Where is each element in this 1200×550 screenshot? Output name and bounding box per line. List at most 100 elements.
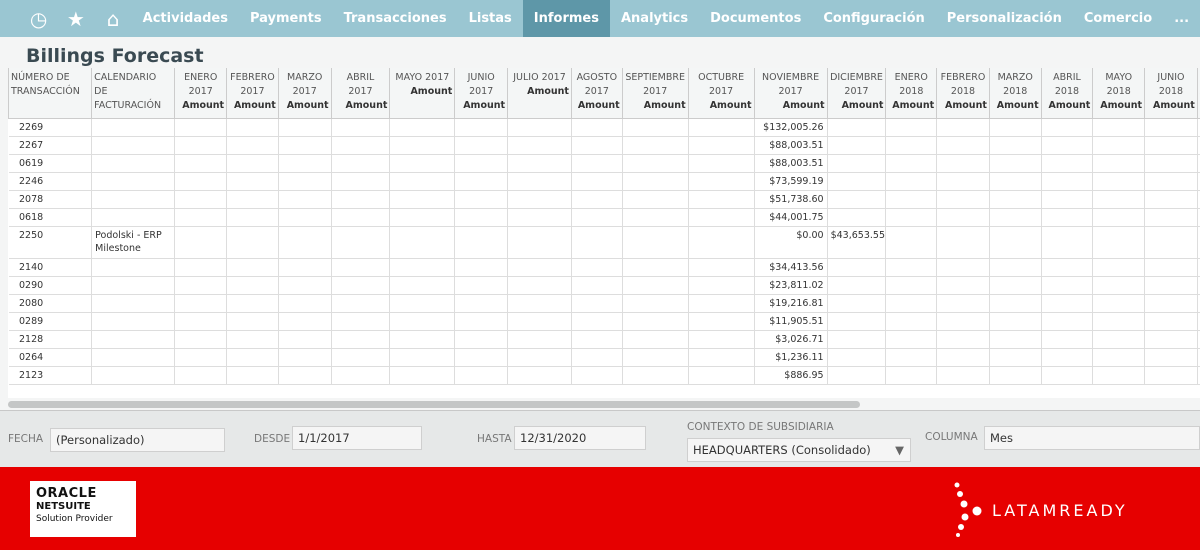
- amount-cell: [1040, 366, 1093, 385]
- header-calendario[interactable]: CALENDARIO DE FACTURACIÓN: [91, 68, 175, 119]
- table-row[interactable]: 2078 $51,738.60: [8, 190, 1200, 209]
- amount-cell: [1092, 226, 1145, 259]
- header-month[interactable]: ABRIL 2017 Amount: [330, 68, 390, 119]
- columna-field[interactable]: Mes: [984, 426, 1200, 450]
- amount-cell: [687, 330, 755, 349]
- amount-cell: [330, 118, 390, 137]
- amount-label: Amount: [945, 100, 987, 111]
- table-row[interactable]: 2128 $3,026.71: [8, 330, 1200, 349]
- amount-cell: [454, 348, 508, 367]
- amount-cell: [988, 348, 1042, 367]
- header-month[interactable]: JUNIO 2018 Amount: [1144, 68, 1198, 119]
- header-month[interactable]: OCTUBRE 2017 Amount: [687, 68, 755, 119]
- table-row[interactable]: 2269 $132,005.26: [8, 118, 1200, 137]
- header-month[interactable]: MAYO 2017 Amount: [389, 68, 455, 119]
- amount-cell: [570, 330, 623, 349]
- amount-cell: [277, 294, 332, 313]
- header-month[interactable]: ABRIL 2018 Amount: [1040, 68, 1093, 119]
- amount-cell: [507, 348, 572, 367]
- fecha-field[interactable]: (Personalizado): [50, 428, 225, 452]
- amount-cell: [1144, 294, 1198, 313]
- table-row[interactable]: 2267 $88,003.51: [8, 136, 1200, 155]
- header-month[interactable]: ENERO 2017 Amount: [174, 68, 227, 119]
- transaction-number: 0619: [8, 154, 92, 173]
- amount-cell: [277, 348, 332, 367]
- amount-cell: [389, 154, 455, 173]
- nav-tab[interactable]: ...: [1163, 0, 1200, 37]
- table-row[interactable]: 0290 $23,811.02: [8, 276, 1200, 295]
- header-month[interactable]: SEPTIEMBRE 2017 Amount: [621, 68, 689, 119]
- table-row[interactable]: 2246 $73,599.19: [8, 172, 1200, 191]
- nav-tab[interactable]: Comercio: [1073, 0, 1163, 37]
- amount-cell: [988, 118, 1042, 137]
- table-row[interactable]: 2123 $886.95: [8, 366, 1200, 385]
- month-label: ENERO 2017: [184, 72, 218, 97]
- amount-cell: $11,905.51: [753, 312, 828, 331]
- nav-tab[interactable]: Payments: [239, 0, 333, 37]
- amount-cell: [570, 118, 623, 137]
- amount-cell: [1040, 330, 1093, 349]
- transaction-number: 2080: [8, 294, 92, 313]
- amount-cell: [330, 276, 390, 295]
- amount-label: Amount: [577, 100, 620, 111]
- nav-tab[interactable]: Actividades: [132, 0, 239, 37]
- nav-tab[interactable]: Documentos: [699, 0, 812, 37]
- home-icon[interactable]: ⌂: [94, 7, 131, 31]
- month-label: MAYO 2017: [395, 72, 450, 83]
- table-row[interactable]: 2250 Podolski - ERP Milestone $0.00 $43,653…: [8, 226, 1200, 259]
- table-row[interactable]: 0264 $1,236.11: [8, 348, 1200, 367]
- nav-tab[interactable]: Transacciones: [333, 0, 458, 37]
- table-row[interactable]: 0619 $88,003.51: [8, 154, 1200, 173]
- amount-cell: $44,001.75: [753, 208, 828, 227]
- hasta-field[interactable]: 12/31/2020: [514, 426, 646, 450]
- amount-cell: [885, 190, 937, 209]
- table-row[interactable]: 0618 $44,001.75: [8, 208, 1200, 227]
- transaction-number: 2078: [8, 190, 92, 209]
- transaction-number: 2267: [8, 136, 92, 155]
- table-row[interactable]: 2080 $19,216.81: [8, 294, 1200, 313]
- amount-cell: [885, 208, 937, 227]
- nav-tab[interactable]: Analytics: [610, 0, 699, 37]
- billing-schedule: [91, 294, 175, 313]
- header-month[interactable]: JULIO 2017 Amount: [507, 68, 572, 119]
- amount-cell: [330, 136, 390, 155]
- desde-field[interactable]: 1/1/2017: [292, 426, 422, 450]
- amount-cell: [330, 294, 390, 313]
- amount-cell: [330, 154, 390, 173]
- horizontal-scrollbar[interactable]: [8, 401, 860, 408]
- header-month[interactable]: JUNIO 2017 Amount: [454, 68, 508, 119]
- amount-cell: [174, 258, 227, 277]
- amount-cell: [687, 154, 755, 173]
- amount-cell: [277, 276, 332, 295]
- table-row[interactable]: 2140 $34,413.56: [8, 258, 1200, 277]
- history-icon[interactable]: ◷: [20, 7, 57, 31]
- header-transaccion[interactable]: NÚMERO DE TRANSACCIÓN: [8, 68, 92, 119]
- header-month[interactable]: FEBRERO 2018 Amount: [936, 68, 990, 119]
- header-month[interactable]: ENERO 2018 Amount: [885, 68, 937, 119]
- amount-cell: [507, 190, 572, 209]
- subsidiaria-select[interactable]: HEADQUARTERS (Consolidado) ▼: [687, 438, 911, 462]
- nav-tab[interactable]: Informes: [522, 0, 610, 37]
- amount-cell: [277, 208, 332, 227]
- header-month[interactable]: NOVIEMBRE 2017 Amount: [753, 68, 828, 119]
- transaction-number: 2246: [8, 172, 92, 191]
- nav-tab[interactable]: Personalización: [936, 0, 1073, 37]
- header-month[interactable]: DICIEMBRE 2017 Amount: [826, 68, 886, 119]
- header-month[interactable]: FEBRERO 2017 Amount: [226, 68, 279, 119]
- amount-cell: [988, 226, 1042, 259]
- amount-cell: [389, 190, 455, 209]
- nav-tab[interactable]: Listas: [458, 0, 523, 37]
- amount-cell: [226, 330, 279, 349]
- star-icon[interactable]: ★: [57, 7, 94, 31]
- amount-cell: [570, 348, 623, 367]
- amount-cell: [621, 312, 689, 331]
- nav-tab[interactable]: Configuración: [812, 0, 935, 37]
- amount-label: Amount: [1048, 100, 1091, 111]
- header-month[interactable]: AGOSTO 2017 Amount: [570, 68, 623, 119]
- table-row[interactable]: 0289 $11,905.51: [8, 312, 1200, 331]
- header-month[interactable]: MAYO 2018 Amount: [1092, 68, 1145, 119]
- header-month[interactable]: MARZO 2018 Amount: [988, 68, 1042, 119]
- billing-schedule: [91, 154, 175, 173]
- footer-banner: ORACLE NETSUITE Solution Provider LATAMR…: [0, 467, 1200, 550]
- header-month[interactable]: MARZO 2017 Amount: [277, 68, 332, 119]
